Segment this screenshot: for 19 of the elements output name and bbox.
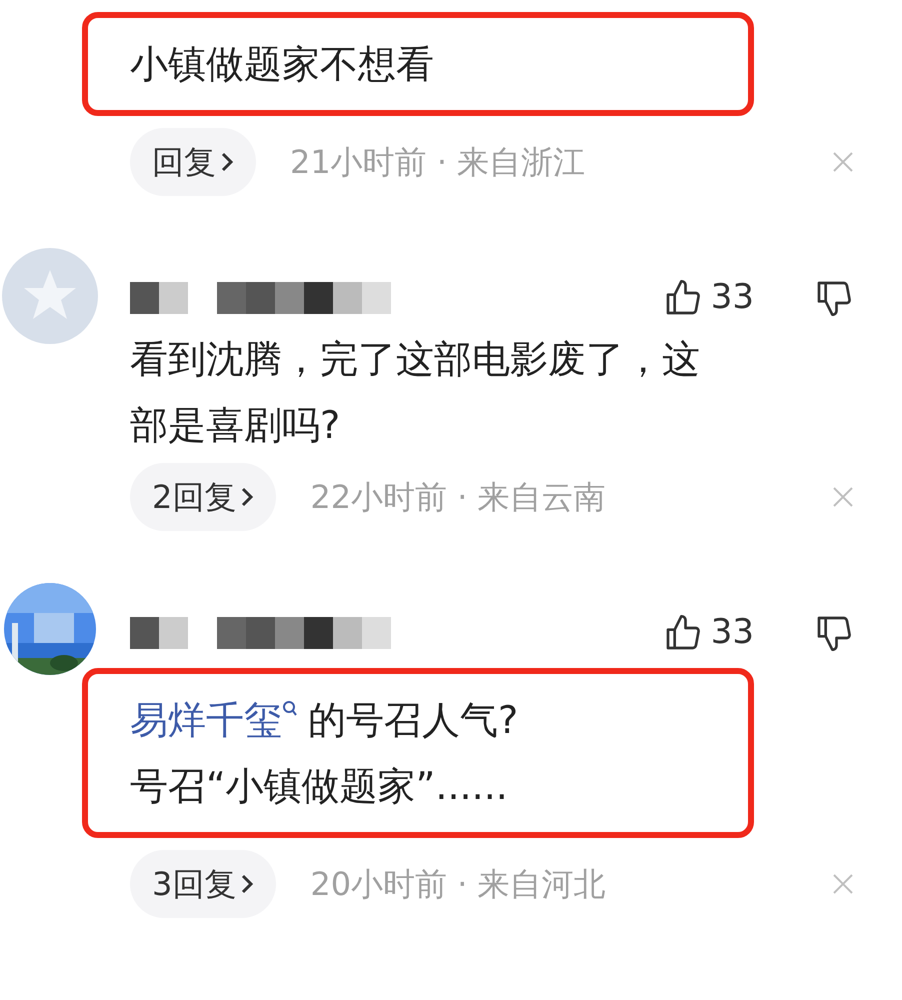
comment-time: 22小时前 · 来自云南: [310, 477, 606, 518]
like-count: 33: [710, 611, 754, 654]
like-count: 33: [710, 276, 754, 319]
reply-button[interactable]: 3回复: [130, 850, 276, 918]
comment-text: 小镇做题家不想看: [130, 41, 434, 88]
chevron-icon: [240, 486, 254, 508]
comment-text: 看到沈腾，完了这部电影废了，这: [130, 336, 700, 383]
topic-link[interactable]: 易烊千玺: [130, 694, 282, 746]
search-icon: [282, 700, 298, 718]
avatar-icon: [2, 248, 98, 344]
comment-time: 21小时前 · 来自浙江: [290, 142, 586, 183]
comment-time: 20小时前 · 来自河北: [310, 864, 606, 905]
reply-button[interactable]: 2回复: [130, 463, 276, 531]
reply-button[interactable]: 回复: [130, 128, 256, 196]
comment-text: 的号召人气?: [308, 697, 518, 744]
chevron-icon: [240, 873, 254, 895]
comment-text: 号召“小镇做题家”......: [130, 763, 508, 810]
comment-text: 部是喜剧吗?: [130, 402, 340, 449]
chevron-icon: [220, 151, 234, 173]
